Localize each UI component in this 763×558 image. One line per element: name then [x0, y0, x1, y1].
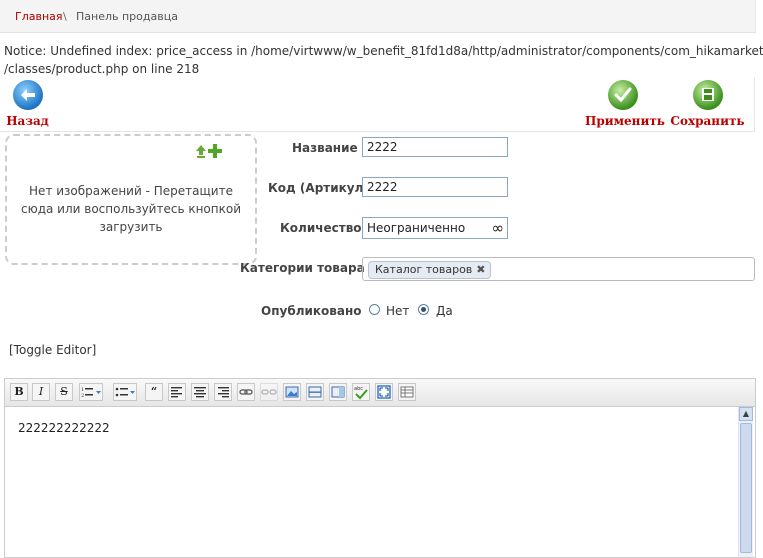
spellcheck-icon[interactable]: abc	[352, 383, 370, 401]
published-yes-radio[interactable]	[418, 304, 429, 315]
back-label: Назад	[6, 114, 49, 128]
rich-text-editor: B I S 12 “ abc 222222222222 ▲	[4, 378, 756, 558]
breadcrumb-separator: \	[63, 10, 67, 23]
quantity-label: Количество	[280, 221, 362, 235]
category-tag: Каталог товаров ✖	[368, 261, 491, 279]
categories-label: Категории товара	[240, 261, 365, 275]
name-label: Название	[292, 141, 358, 155]
quantity-input[interactable]: Неограниченно ∞	[362, 217, 508, 239]
published-yes-label: Да	[436, 304, 453, 318]
align-right-icon[interactable]	[214, 383, 232, 401]
notice-line-2: /classes/product.php on line 218	[4, 62, 200, 76]
back-button[interactable]: Назад	[5, 80, 50, 128]
published-label: Опубликовано	[261, 304, 362, 318]
link-icon[interactable]	[237, 383, 255, 401]
apply-button[interactable]: Применить	[585, 80, 665, 128]
ordered-list-icon[interactable]: 12	[79, 383, 103, 401]
floppy-disk-icon	[692, 80, 723, 110]
published-no-label: Нет	[386, 304, 410, 318]
name-input[interactable]	[362, 137, 508, 157]
categories-field[interactable]: Каталог товаров ✖	[362, 257, 755, 281]
scroll-up-icon[interactable]: ▲	[739, 407, 753, 421]
save-button[interactable]: Сохранить	[670, 80, 745, 128]
quantity-value: Неограниченно	[367, 221, 466, 235]
code-label: Код (Артикул)	[268, 181, 369, 195]
fullscreen-icon[interactable]	[375, 383, 393, 401]
toggle-editor-link[interactable]: [Toggle Editor]	[9, 343, 96, 357]
scrollbar-thumb[interactable]	[740, 423, 752, 553]
horizontal-rule-icon[interactable]	[306, 383, 324, 401]
svg-text:2: 2	[81, 393, 84, 399]
notice-line-1: Notice: Undefined index: price_access in…	[4, 44, 763, 58]
editor-scrollbar[interactable]: ▲	[738, 407, 753, 557]
category-tag-label: Каталог товаров	[375, 263, 473, 276]
unlink-icon[interactable]	[260, 383, 278, 401]
align-left-icon[interactable]	[168, 383, 186, 401]
image-icon[interactable]	[283, 383, 301, 401]
editor-toolbar: B I S 12 “ abc	[5, 379, 755, 407]
align-center-icon[interactable]	[191, 383, 209, 401]
remove-category-icon[interactable]: ✖	[476, 263, 485, 276]
bold-icon[interactable]: B	[10, 383, 28, 401]
strikethrough-icon[interactable]: S	[55, 383, 73, 401]
bullet-list-icon[interactable]	[113, 383, 137, 401]
php-notice: Notice: Undefined index: price_access in…	[4, 42, 763, 78]
upload-add-icon[interactable]	[195, 142, 225, 158]
breadcrumb-current: Панель продавца	[76, 10, 178, 23]
editor-content[interactable]: 222222222222	[18, 421, 110, 435]
save-label: Сохранить	[670, 114, 745, 128]
no-images-text: Нет изображений - Перетащите сюда или во…	[21, 184, 241, 234]
toolbar: Назад Применить Сохранить	[0, 77, 755, 132]
published-no-radio[interactable]	[369, 304, 380, 315]
apply-label: Применить	[585, 114, 665, 128]
code-input[interactable]	[362, 177, 508, 197]
image-drop-zone[interactable]: Нет изображений - Перетащите сюда или во…	[5, 134, 257, 265]
back-arrow-icon	[12, 80, 43, 110]
breadcrumb-home-link[interactable]: Главная	[15, 10, 63, 23]
check-icon	[607, 80, 638, 110]
breadcrumb: Главная \ Панель продавца	[0, 0, 756, 33]
page-break-icon[interactable]	[329, 383, 347, 401]
italic-icon[interactable]: I	[32, 383, 50, 401]
table-icon[interactable]	[398, 383, 416, 401]
blockquote-icon[interactable]: “	[145, 383, 163, 401]
infinity-icon[interactable]: ∞	[492, 218, 505, 238]
svg-text:abc: abc	[354, 386, 363, 392]
